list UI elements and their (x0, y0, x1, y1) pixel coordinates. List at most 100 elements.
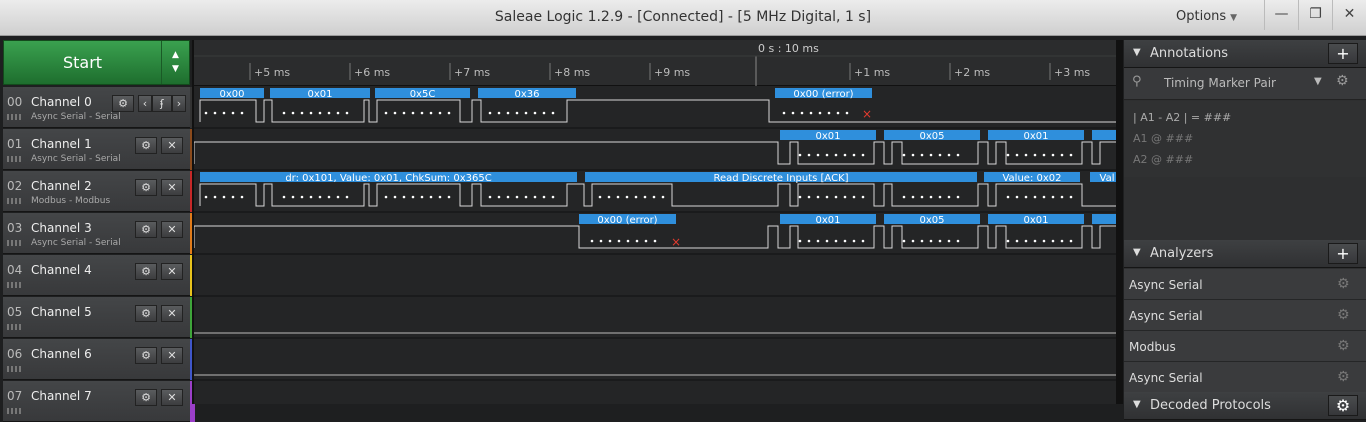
close-icon[interactable]: ✕ (161, 305, 183, 322)
gear-icon[interactable]: ⚙ (135, 389, 157, 406)
drag-handle[interactable] (7, 198, 23, 204)
channel-row-05[interactable]: 05 Channel 5 ⚙ ✕ (3, 297, 195, 338)
analyzer-item[interactable]: Modbus ⚙ (1124, 331, 1366, 362)
channel-name[interactable]: Channel 1 (31, 137, 92, 151)
analyzers-header[interactable]: ▼ Analyzers + (1124, 240, 1366, 268)
channel-row-04[interactable]: 04 Channel 4 ⚙ ✕ (3, 255, 195, 296)
ch3-bit-dot (902, 239, 906, 243)
ch0-bit-dot (231, 111, 235, 115)
channel-row-01[interactable]: 01 Channel 1 Async Serial - Serial ⚙ ✕ (3, 129, 195, 170)
channel-row-02[interactable]: 02 Channel 2 Modbus - Modbus ⚙ ✕ (3, 171, 195, 212)
channel-number: 01 (7, 137, 23, 151)
channel-number: 05 (7, 305, 23, 319)
gear-icon[interactable]: ⚙ (1337, 307, 1350, 323)
timing-marker-row: ⚲ Timing Marker Pair ▼ ⚙ (1124, 68, 1366, 100)
options-label: Options (1176, 9, 1227, 24)
channel-name[interactable]: Channel 0 (31, 95, 92, 109)
ch1-bit-dot (798, 153, 802, 157)
nav-left-button[interactable]: ‹ (138, 95, 152, 112)
minimize-button[interactable]: — (1264, 0, 1298, 30)
ch2-bit-dot (902, 195, 906, 199)
start-bar: Start ▲ ▼ (3, 40, 190, 85)
decoded-options-button[interactable]: ⚙ (1328, 395, 1358, 416)
ch0-bit-dot (497, 111, 501, 115)
close-icon[interactable]: ✕ (161, 263, 183, 280)
add-analyzer-button[interactable]: + (1328, 243, 1358, 264)
close-icon[interactable]: ✕ (161, 137, 183, 154)
ch0-bit-dot (411, 111, 415, 115)
gear-icon[interactable]: ⚙ (135, 347, 157, 364)
ch2-bit-dot (947, 195, 951, 199)
options-menu[interactable]: Options ▼ (1176, 9, 1237, 24)
channel-name[interactable]: Channel 6 (31, 347, 92, 361)
gear-icon[interactable]: ⚙ (135, 263, 157, 280)
ch2-bit-dot (204, 195, 208, 199)
ch3-bit-dot (626, 239, 630, 243)
channel-row-07[interactable]: 07 Channel 7 ⚙ ✕ (3, 381, 195, 422)
ch2-bit-dot (515, 195, 519, 199)
analyzer-item[interactable]: Async Serial ⚙ (1124, 269, 1366, 300)
ch1-bit-dot (1042, 153, 1046, 157)
start-button[interactable]: Start (4, 41, 161, 84)
waveform-area[interactable]: 0 s : 10 ms +5 ms +6 ms +7 ms +8 ms +9 ms +1 … (192, 40, 1118, 404)
channel-row-06[interactable]: 06 Channel 6 ⚙ ✕ (3, 339, 195, 380)
gear-icon[interactable]: ⚙ (135, 305, 157, 322)
ch2-signal (199, 183, 1118, 207)
analyzer-label: Async Serial (1129, 371, 1203, 385)
ch2-bit-dot (1051, 195, 1055, 199)
channel-name[interactable]: Channel 5 (31, 305, 92, 319)
ch0-bit-dot (240, 111, 244, 115)
ruler-tick-label: +2 ms (954, 66, 990, 79)
drag-handle[interactable] (7, 114, 23, 120)
drag-handle[interactable] (7, 366, 23, 372)
ch1-decode-label: 0x01 (1023, 131, 1048, 142)
ch1-bit-dot (834, 153, 838, 157)
channel-number: 00 (7, 95, 23, 109)
drag-handle[interactable] (7, 282, 23, 288)
trigger-button[interactable]: ʄ (152, 95, 172, 112)
gear-icon[interactable]: ⚙ (1337, 338, 1350, 354)
close-icon[interactable]: ✕ (161, 221, 183, 238)
drag-handle[interactable] (7, 240, 23, 246)
channel-name[interactable]: Channel 4 (31, 263, 92, 277)
ch3-bit-dot (843, 239, 847, 243)
ch0-bit-dot (345, 111, 349, 115)
gear-icon[interactable]: ⚙ (135, 137, 157, 154)
channel-name[interactable]: Channel 3 (31, 221, 92, 235)
drag-handle[interactable] (7, 408, 23, 414)
close-icon[interactable]: ✕ (161, 389, 183, 406)
ch2-bit-dot (488, 195, 492, 199)
gear-icon[interactable]: ⚙ (135, 221, 157, 238)
close-button[interactable]: ✕ (1332, 0, 1366, 30)
ch1-bit-dot (861, 153, 865, 157)
nav-right-button[interactable]: › (172, 95, 186, 112)
drag-handle[interactable] (7, 156, 23, 162)
decoded-protocols-header[interactable]: ▼ Decoded Protocols ⚙ (1124, 392, 1366, 420)
ch2-bit-dot (551, 195, 555, 199)
channel-row-00[interactable]: 00 Channel 0 Async Serial - Serial ⚙ ‹ ʄ › (3, 87, 195, 128)
close-icon[interactable]: ✕ (161, 179, 183, 196)
title-bar: Saleae Logic 1.2.9 - [Connected] - [5 MH… (0, 0, 1366, 36)
annotations-header[interactable]: ▼ Annotations + (1124, 40, 1366, 68)
vertical-scrollbar[interactable] (1116, 40, 1123, 404)
channel-name[interactable]: Channel 7 (31, 389, 92, 403)
gear-icon[interactable]: ⚙ (112, 95, 134, 112)
close-icon[interactable]: ✕ (161, 347, 183, 364)
gear-icon[interactable]: ⚙ (1336, 73, 1349, 89)
marker-dropdown-icon[interactable]: ▼ (1314, 76, 1322, 87)
annotations-title: Annotations (1150, 46, 1229, 61)
ch2-bit-dot (282, 195, 286, 199)
maximize-button[interactable]: ❐ (1298, 0, 1332, 30)
channel-name[interactable]: Channel 2 (31, 179, 92, 193)
start-options-button[interactable]: ▲ ▼ (161, 41, 189, 84)
drag-handle[interactable] (7, 324, 23, 330)
add-annotation-button[interactable]: + (1328, 43, 1358, 64)
analyzer-item[interactable]: Async Serial ⚙ (1124, 300, 1366, 331)
analyzer-item[interactable]: Async Serial ⚙ (1124, 362, 1366, 393)
channel-row-03[interactable]: 03 Channel 3 Async Serial - Serial ⚙ ✕ (3, 213, 195, 254)
gear-icon[interactable]: ⚙ (135, 179, 157, 196)
ch1-signal (194, 141, 1118, 165)
gear-icon[interactable]: ⚙ (1337, 276, 1350, 292)
ch3-bit-dot (920, 239, 924, 243)
gear-icon[interactable]: ⚙ (1337, 369, 1350, 385)
